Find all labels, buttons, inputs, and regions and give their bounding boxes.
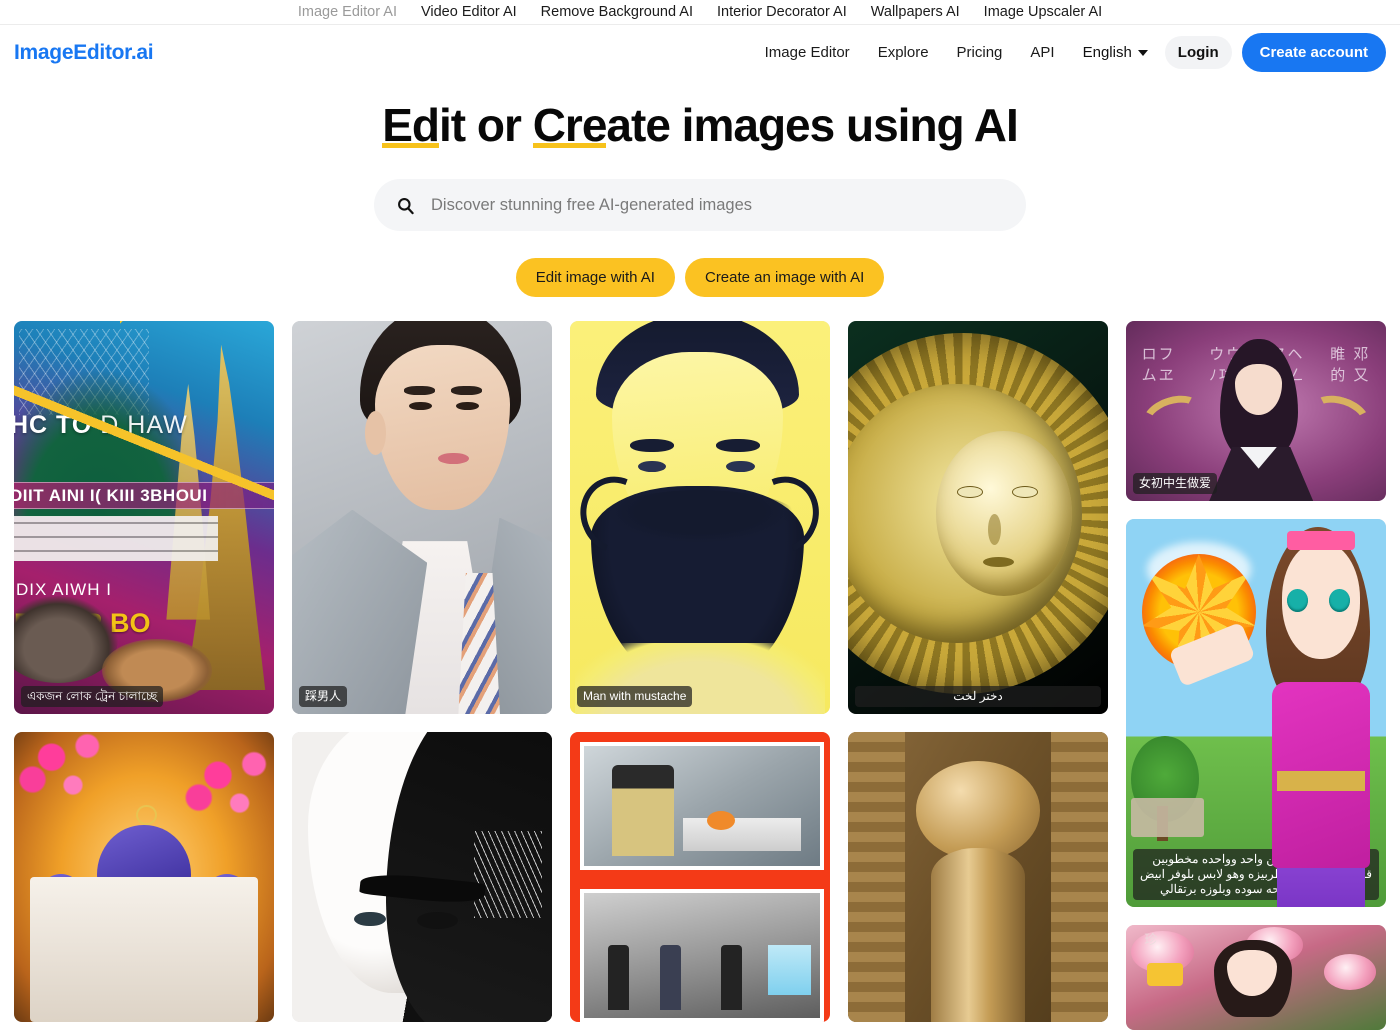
gallery-card-bw-face[interactable]	[292, 732, 552, 1022]
topbar-link-wallpapers-ai[interactable]: Wallpapers AI	[871, 5, 960, 20]
gallery-card-red-frame[interactable]	[570, 732, 830, 1022]
image-gallery: HC TO D HAW DIIT AINI I( KIII 3BHOUI DIX…	[0, 321, 1400, 1030]
nav-item-image-editor[interactable]: Image Editor	[754, 37, 861, 68]
edit-image-with-ai-button[interactable]: Edit image with AI	[515, 258, 675, 297]
topbar-link-remove-background-ai[interactable]: Remove Background AI	[541, 5, 693, 20]
card-caption: 女初中生做爱	[1133, 473, 1218, 494]
nav-item-explore[interactable]: Explore	[867, 37, 940, 68]
page-title-segment-4: ate images using AI	[606, 99, 1018, 151]
language-label: English	[1082, 44, 1132, 61]
gallery-side-column: ロフムヱ ウウヘﾉ功 スヘ乙ㄥ 睢 邓的 又 女初中生做爱 صوره اتنين…	[1126, 321, 1386, 1030]
hero-section: Edit or Create images using AI Edit imag…	[0, 80, 1400, 297]
gallery-main-grid: HC TO D HAW DIIT AINI I( KIII 3BHOUI DIX…	[14, 321, 1108, 1022]
nav-item-pricing[interactable]: Pricing	[946, 37, 1014, 68]
create-image-with-ai-button[interactable]: Create an image with AI	[684, 258, 885, 297]
page-title: Edit or Create images using AI	[0, 99, 1400, 153]
language-selector[interactable]: English	[1072, 37, 1159, 68]
create-account-button[interactable]: Create account	[1241, 33, 1386, 72]
topbar-link-interior-decorator-ai[interactable]: Interior Decorator AI	[717, 5, 847, 20]
card-caption: একজন লোক ট্রেন চালাচ্ছে	[21, 686, 164, 707]
thumbnail-image	[848, 732, 1108, 1022]
thumbnail-image	[570, 732, 830, 1022]
site-logo[interactable]: ImageEditor.ai	[14, 41, 154, 65]
primary-navigation: Image Editor Explore Pricing API English…	[754, 33, 1386, 72]
thumbnail-image: HC TO D HAW DIIT AINI I( KIII 3BHOUI DIX…	[14, 321, 274, 714]
gallery-card-sun[interactable]: دختر لخت	[848, 321, 1108, 714]
page-title-underlined-ed: Ed	[382, 99, 440, 153]
gallery-card-pillar[interactable]	[848, 732, 1108, 1022]
gallery-card-mustache[interactable]: Man with mustache	[570, 321, 830, 714]
topbar-link-image-upscaler-ai[interactable]: Image Upscaler AI	[984, 5, 1102, 20]
card-caption: Man with mustache	[577, 686, 693, 707]
topbar-link-video-editor-ai[interactable]: Video Editor AI	[421, 5, 517, 20]
gallery-card-businessman[interactable]: 踩男人	[292, 321, 552, 714]
thumbnail-image	[292, 732, 552, 1022]
cta-button-row: Edit image with AI Create an image with …	[0, 258, 1400, 297]
gallery-card-flower-girl[interactable]: صوره اتنين قاعدين واحد وواحده مخطوبين قد…	[1126, 519, 1386, 907]
thumbnail-image	[14, 732, 274, 1022]
thumbnail-image: 珍	[1126, 925, 1386, 1030]
thumbnail-image	[570, 321, 830, 714]
page-title-underlined-cre: Cre	[532, 99, 607, 153]
gallery-card-mosque[interactable]	[14, 732, 274, 1022]
chevron-down-icon	[1137, 49, 1148, 56]
thumbnail-image	[848, 321, 1108, 714]
gallery-card-schoolgirl[interactable]: ロフムヱ ウウヘﾉ功 スヘ乙ㄥ 睢 邓的 又 女初中生做爱	[1126, 321, 1386, 501]
login-button[interactable]: Login	[1164, 36, 1232, 69]
page-title-segment-2: it or	[439, 99, 533, 151]
nav-item-api[interactable]: API	[1019, 37, 1065, 68]
search-bar[interactable]	[374, 179, 1026, 231]
card-caption: دختر لخت	[855, 686, 1101, 707]
top-utility-bar: Image Editor AI Video Editor AI Remove B…	[0, 0, 1400, 25]
card-caption: 踩男人	[299, 686, 348, 707]
gallery-card-poster[interactable]: HC TO D HAW DIIT AINI I( KIII 3BHOUI DIX…	[14, 321, 274, 714]
search-input[interactable]	[431, 195, 1004, 215]
site-header: ImageEditor.ai Image Editor Explore Pric…	[0, 25, 1400, 80]
thumbnail-image	[292, 321, 552, 714]
topbar-link-image-editor-ai[interactable]: Image Editor AI	[298, 5, 397, 20]
search-icon	[398, 197, 414, 214]
gallery-card-rose-girl[interactable]: 珍	[1126, 925, 1386, 1030]
